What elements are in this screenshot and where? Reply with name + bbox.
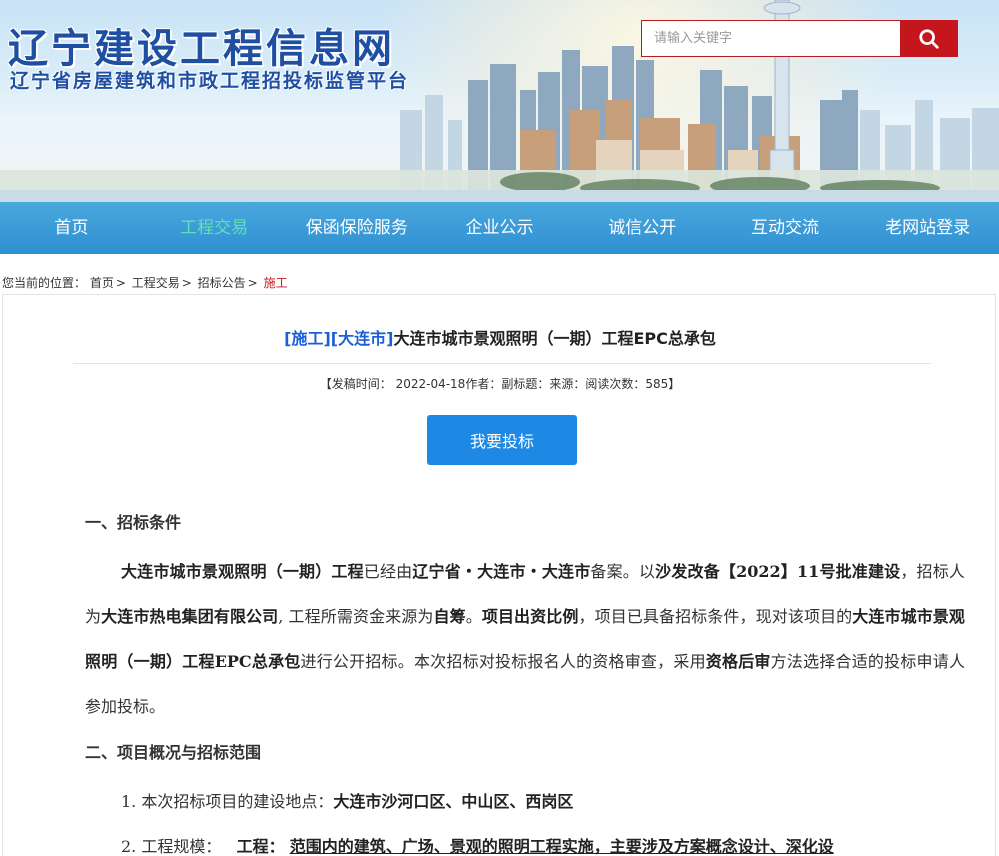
qualification-method: 资格后审 xyxy=(705,652,771,671)
breadcrumb-separator: > xyxy=(247,276,258,290)
nav-item-guarantee-insurance[interactable]: 保函保险服务 xyxy=(285,202,428,254)
nav-item-old-site-login[interactable]: 老网站登录 xyxy=(856,202,999,254)
article-body: 一、招标条件 大连市城市景观照明（一期）工程已经由辽宁省・大连市・大连市备案。以… xyxy=(85,505,965,856)
article-meta: 【发稿时间： 2022-04-18作者：副标题：来源：阅读次数：585】 xyxy=(319,377,681,391)
approval-number: 沙发改备【2022】11号批准建设 xyxy=(655,562,901,581)
text-fragment: 。 xyxy=(465,607,482,626)
list-item-value: 大连市沙河口区、中山区、西岗区 xyxy=(333,792,574,811)
text-fragment: ，项目已具备招标条件，现对该项目的 xyxy=(578,607,853,626)
breadcrumb-separator: > xyxy=(181,276,192,290)
header-banner: 辽宁建设工程信息网 辽宁省房屋建筑和市政工程招投标监管平台 xyxy=(0,0,999,202)
breadcrumb-prefix: 您当前的位置： xyxy=(2,276,87,290)
list-item-label: 2. 工程规模： xyxy=(121,837,222,856)
nav-item-credit[interactable]: 诚信公开 xyxy=(571,202,714,254)
breadcrumb-project-trading[interactable]: 工程交易 xyxy=(132,276,180,290)
text-fragment: 已经由 xyxy=(363,562,413,581)
list-item-sublabel: 工程： xyxy=(236,837,285,856)
filing-location: 辽宁省・大连市・大连市 xyxy=(412,562,591,581)
nav-item-project-trading[interactable]: 工程交易 xyxy=(143,202,286,254)
site-subtitle: 辽宁省房屋建筑和市政工程招投标监管平台 xyxy=(10,70,410,92)
main-nav: 首页 工程交易 保函保险服务 企业公示 诚信公开 互动交流 老网站登录 xyxy=(0,202,999,254)
search-input[interactable] xyxy=(641,20,901,57)
search-icon xyxy=(919,28,939,49)
tenderer-name: 大连市热电集团有限公司 xyxy=(101,607,279,626)
breadcrumb-separator: > xyxy=(115,276,126,290)
list-item-location: 1. 本次招标项目的建设地点：大连市沙河口区、中山区、西岗区 xyxy=(85,779,965,824)
list-item-scale: 2. 工程规模： 工程： 范围内的建筑、广场、景观的照明工程实施，主要涉及方案概… xyxy=(85,824,965,856)
article-title-text: 大连市城市景观照明（一期）工程EPC总承包 xyxy=(393,329,716,348)
project-name: 大连市城市景观照明（一期）工程 xyxy=(121,562,364,581)
nav-item-interaction[interactable]: 互动交流 xyxy=(714,202,857,254)
text-fragment: , 工程所需资金来源为 xyxy=(278,607,434,626)
section-heading-bidding-conditions: 一、招标条件 xyxy=(85,513,182,532)
paragraph-bidding-conditions: 大连市城市景观照明（一期）工程已经由辽宁省・大连市・大连市备案。以沙发改备【20… xyxy=(85,549,965,729)
breadcrumb-home[interactable]: 首页 xyxy=(90,276,114,290)
breadcrumb-tender-notice[interactable]: 招标公告 xyxy=(198,276,246,290)
article-title: [施工][大连市]大连市城市景观照明（一期）工程EPC总承包 xyxy=(3,325,997,349)
section-heading-project-overview: 二、项目概况与招标范围 xyxy=(85,743,262,762)
text-fragment: 备案。以 xyxy=(590,562,656,581)
breadcrumb-current: 施工 xyxy=(263,276,288,290)
funding-source: 自筹 xyxy=(433,607,466,626)
search-button[interactable] xyxy=(900,20,958,57)
article-container: [施工][大连市]大连市城市景观照明（一期）工程EPC总承包 【发稿时间： 20… xyxy=(2,294,996,856)
list-item-label: 1. 本次招标项目的建设地点： xyxy=(121,792,334,811)
bid-button[interactable]: 我要投标 xyxy=(427,415,577,465)
breadcrumb: 您当前的位置： 首页 > 工程交易 > 招标公告 > 施工 xyxy=(2,274,288,291)
text-fragment: 进行公开招标。本次招标对投标报名人的资格审查，采用 xyxy=(300,652,706,671)
list-item-value: 范围内的建筑、广场、景观的照明工程实施，主要涉及方案概念设计、深化设 xyxy=(289,837,834,856)
article-tag-category[interactable]: [施工] xyxy=(284,329,331,348)
investment-ratio: 项目出资比例 xyxy=(481,607,579,626)
title-divider xyxy=(73,363,931,364)
nav-item-home[interactable]: 首页 xyxy=(0,202,143,254)
article-tag-city[interactable]: [大连市] xyxy=(331,329,394,348)
nav-item-enterprise-notice[interactable]: 企业公示 xyxy=(428,202,571,254)
